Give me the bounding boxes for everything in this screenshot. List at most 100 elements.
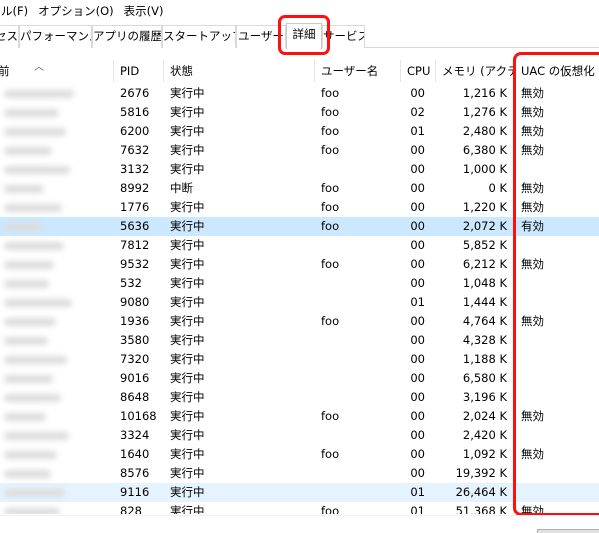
redacted-name: [4, 394, 61, 402]
user-cell: [321, 369, 401, 388]
table-row[interactable]: 532 実行中 00 1,048 K: [0, 274, 599, 293]
tab-users[interactable]: ユーザー: [236, 25, 286, 48]
process-name-cell: [0, 217, 112, 236]
footer: [0, 515, 599, 533]
status-cell: 実行中: [170, 409, 205, 423]
uac-cell: 有効: [521, 219, 544, 233]
table-row[interactable]: 9116 実行中 01 26,464 K: [0, 483, 599, 502]
redacted-name: [4, 337, 48, 345]
pid-cell: 8648: [120, 390, 150, 404]
tab-processes[interactable]: セス: [0, 25, 19, 48]
tab-services[interactable]: サービス: [322, 25, 365, 48]
table-row[interactable]: 9016 実行中 00 6,580 K: [0, 369, 599, 388]
table-row[interactable]: 3324 実行中 00 2,420 K: [0, 426, 599, 445]
tab-app-history[interactable]: アプリの履歴: [92, 25, 162, 48]
table-row[interactable]: 10168 実行中 foo 00 2,024 K 無効: [0, 407, 599, 426]
table-row[interactable]: 8648 実行中 00 3,196 K: [0, 388, 599, 407]
process-name-cell: [0, 160, 112, 179]
uac-cell: 無効: [521, 504, 544, 514]
table-row[interactable]: 9532 実行中 foo 00 6,212 K 無効: [0, 255, 599, 274]
table-row[interactable]: 8576 実行中 00 19,392 K: [0, 464, 599, 483]
table-row[interactable]: 1936 実行中 foo 00 4,764 K 無効: [0, 312, 599, 331]
pid-cell: 9016: [120, 371, 150, 385]
pid-cell: 7320: [120, 352, 150, 366]
table-row[interactable]: 1776 実行中 foo 00 1,220 K 無効: [0, 198, 599, 217]
process-name-cell: [0, 369, 112, 388]
memory-cell: 1,444 K: [462, 295, 507, 309]
table-row[interactable]: 7320 実行中 00 1,188 K: [0, 350, 599, 369]
column-header-name[interactable]: ︿ 前: [0, 60, 112, 82]
redacted-name: [4, 223, 42, 231]
sort-ascending-icon: ︿: [34, 62, 44, 73]
status-cell: 実行中: [170, 295, 205, 309]
memory-cell: 1,048 K: [462, 276, 507, 290]
process-name-cell: [0, 236, 112, 255]
cpu-cell: 00: [410, 257, 425, 271]
redacted-name: [4, 185, 44, 193]
cpu-cell: 00: [410, 371, 425, 385]
table-row[interactable]: 9080 実行中 01 1,444 K: [0, 293, 599, 312]
uac-cell: 無効: [521, 447, 544, 461]
menu-view[interactable]: 表示(V): [119, 0, 169, 22]
column-header-cpu[interactable]: CPU: [400, 60, 435, 82]
status-cell: 実行中: [170, 124, 205, 138]
menu-options[interactable]: オプション(O): [33, 0, 119, 22]
column-header-memory[interactable]: メモリ (アクティ...: [435, 60, 514, 82]
tab-details[interactable]: 詳細: [286, 23, 322, 49]
memory-cell: 6,380 K: [462, 143, 507, 157]
process-name-cell: [0, 84, 112, 103]
pid-cell: 8992: [120, 181, 150, 195]
tab-performance[interactable]: パフォーマンス: [19, 25, 92, 48]
table-row[interactable]: 6200 実行中 foo 01 2,480 K 無効: [0, 122, 599, 141]
table-row[interactable]: 3132 実行中 00 1,000 K: [0, 160, 599, 179]
process-name-cell: [0, 426, 112, 445]
user-cell: [321, 293, 401, 312]
user-cell: [321, 331, 401, 350]
redacted-name: [4, 147, 52, 155]
memory-cell: 4,764 K: [462, 314, 507, 328]
user-cell: [321, 350, 401, 369]
redacted-name: [4, 451, 57, 459]
cpu-cell: 00: [410, 238, 425, 252]
pid-cell: 5816: [120, 105, 150, 119]
end-task-button[interactable]: [537, 529, 599, 533]
uac-cell: [521, 369, 591, 388]
user-cell: [321, 274, 401, 293]
table-row[interactable]: 7812 実行中 00 5,852 K: [0, 236, 599, 255]
process-name-cell: [0, 407, 112, 426]
table-row[interactable]: 8992 中断 foo 00 0 K 無効: [0, 179, 599, 198]
memory-cell: 1,220 K: [462, 200, 507, 214]
tab-startup[interactable]: スタートアップ: [162, 25, 236, 48]
redacted-name: [4, 508, 60, 514]
table-row[interactable]: 3580 実行中 00 4,328 K: [0, 331, 599, 350]
table-row[interactable]: 2676 実行中 foo 00 1,216 K 無効: [0, 84, 599, 103]
pid-cell: 9532: [120, 257, 150, 271]
table-row[interactable]: 5816 実行中 foo 02 1,276 K 無効: [0, 103, 599, 122]
cpu-cell: 00: [410, 352, 425, 366]
column-header-row: ︿ 前 PID 状態 ユーザー名 CPU メモリ (アクティ... UAC の仮…: [0, 60, 599, 82]
process-name-cell: [0, 198, 112, 217]
column-header-pid[interactable]: PID: [113, 60, 163, 82]
memory-cell: 1,000 K: [462, 162, 507, 176]
column-header-user[interactable]: ユーザー名: [314, 60, 400, 82]
redacted-name: [4, 299, 72, 307]
cpu-cell: 00: [410, 409, 425, 423]
process-name-cell: [0, 502, 112, 514]
column-header-uac[interactable]: UAC の仮想化: [514, 60, 599, 82]
process-name-cell: [0, 331, 112, 350]
user-cell: [321, 464, 401, 483]
table-row[interactable]: 5636 実行中 foo 00 2,072 K 有効: [0, 217, 599, 236]
table-row[interactable]: 828 実行中 foo 01 51,368 K 無効: [0, 502, 599, 514]
user-cell: [321, 236, 401, 255]
process-name-cell: [0, 464, 112, 483]
column-header-status[interactable]: 状態: [163, 60, 314, 82]
user-cell: foo: [321, 143, 340, 157]
menu-file[interactable]: ル(F): [0, 0, 33, 22]
status-cell: 実行中: [170, 86, 205, 100]
table-row[interactable]: 7632 実行中 foo 00 6,380 K 無効: [0, 141, 599, 160]
table-row[interactable]: 1640 実行中 foo 00 1,092 K 無効: [0, 445, 599, 464]
process-name-cell: [0, 483, 112, 502]
user-cell: foo: [321, 124, 340, 138]
memory-cell: 4,328 K: [462, 333, 507, 347]
uac-cell: 無効: [521, 200, 544, 214]
